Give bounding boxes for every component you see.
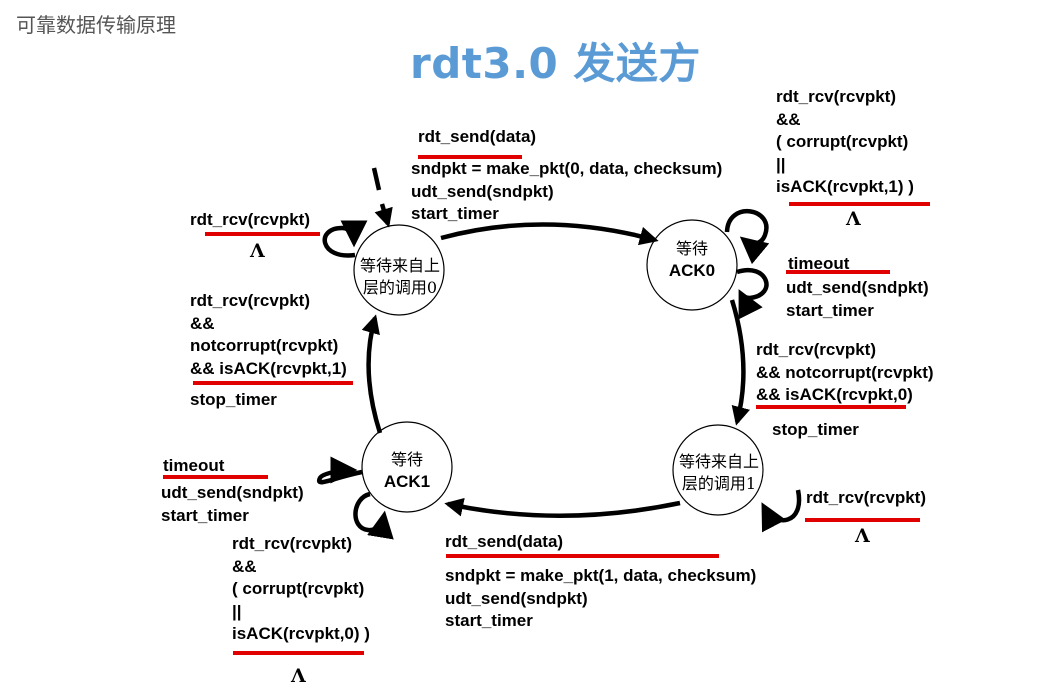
label-right-action: stop_timer (772, 420, 859, 439)
initial-arrow (374, 203, 393, 228)
label-ack0-timeout-actions: udt_send(sndpkt) start_timer (786, 278, 929, 320)
state-label-wait-call1: 等待来自上 层的调用1 (678, 452, 759, 493)
label-call1-self-event: rdt_rcv(rcvpkt) (806, 488, 926, 507)
state-label-wait-ack1: 等待 ACK1 (383, 450, 431, 491)
selfloop-ack0-top (724, 208, 770, 265)
label-right-event: rdt_rcv(rcvpkt) && notcorrupt(rcvpkt) && i… (756, 340, 934, 404)
label-bottom-event: rdt_send(data) (445, 532, 564, 551)
transition-ack0-to-call1 (729, 299, 750, 426)
label-top-event: rdt_send(data) (418, 127, 537, 146)
label-call1-self-action: Λ (855, 525, 870, 547)
transition-ack1-to-call0 (361, 314, 383, 434)
underline-call1-self (805, 518, 920, 522)
label-ack1-self-event: rdt_rcv(rcvpkt) &&( corrupt(rcvpkt) || isAC… (232, 534, 370, 643)
label-ack1-timeout-actions: udt_send(sndpkt) start_timer (161, 483, 304, 525)
initial-arrow-dash (371, 167, 382, 191)
selfloop-ack1-timeout (316, 456, 363, 485)
label-left-action: stop_timer (190, 390, 277, 409)
label-bottom-actions: sndpkt = make_pkt(1, data, checksum) udt_… (445, 566, 757, 630)
underline-ack1-timeout (163, 475, 268, 479)
selfloop-call0 (322, 220, 368, 258)
underline-ack0-self (789, 202, 930, 206)
underline-right (756, 405, 906, 409)
state-label-wait-call0: 等待来自上 层的调用0 (359, 256, 440, 297)
label-left-event: rdt_rcv(rcvpkt) && notcorrupt(rcvpkt) && is… (190, 291, 347, 378)
underline-call0-self (205, 232, 320, 236)
underline-bottom (446, 554, 719, 558)
label-call0-self-action: Λ (250, 240, 265, 262)
label-call0-self-event: rdt_rcv(rcvpkt) (190, 210, 310, 229)
label-ack0-self-action: Λ (846, 208, 861, 230)
transition-call0-to-ack0 (440, 222, 659, 246)
label-top-actions: sndpkt = make_pkt(0, data, checksum) udt_… (411, 159, 723, 223)
label-ack0-self-event: rdt_rcv(rcvpkt) &&( corrupt(rcvpkt) || isAC… (776, 87, 914, 196)
transition-call1-to-ack1 (444, 497, 681, 518)
selfloop-ack0-timeout (736, 267, 769, 320)
underline-ack1-self (233, 651, 364, 655)
state-label-wait-ack0: 等待 ACK0 (668, 239, 716, 280)
underline-left (193, 381, 353, 385)
underline-ack0-timeout (786, 270, 890, 274)
selfloop-call1 (761, 489, 802, 533)
label-ack1-self-action: Λ (291, 665, 306, 687)
